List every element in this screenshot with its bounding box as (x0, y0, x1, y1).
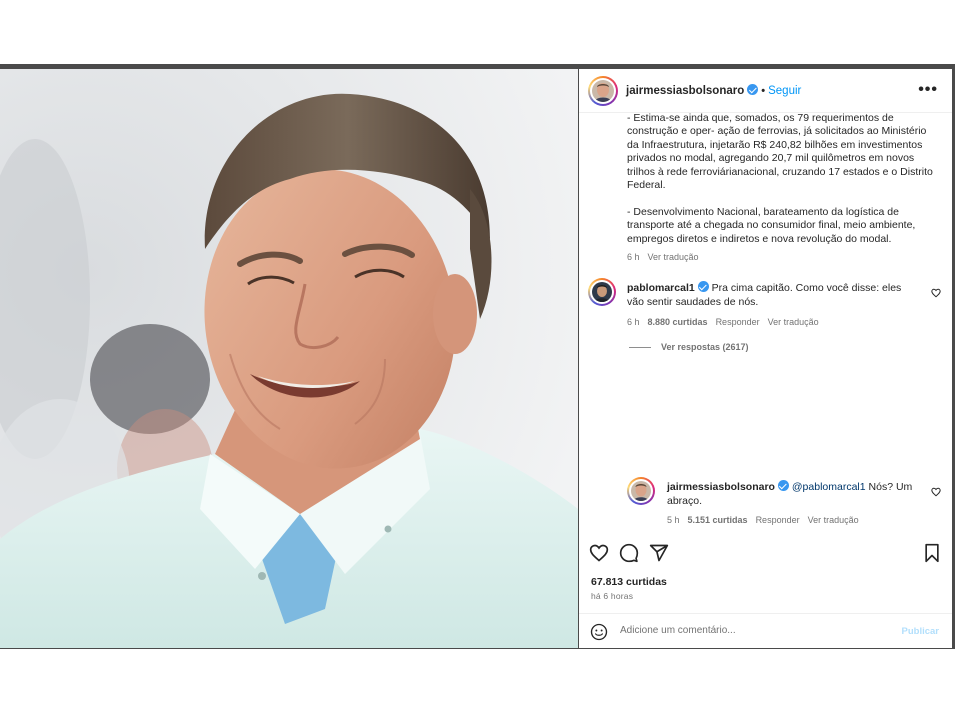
comment-icon[interactable] (619, 543, 639, 563)
caption-paragraph: - Desenvolvimento Nacional, barateamento… (627, 205, 916, 245)
share-icon[interactable] (649, 543, 669, 563)
post-timestamp[interactable]: há 6 horas (591, 591, 633, 601)
reply-time: 5 h (667, 515, 680, 525)
emoji-icon[interactable] (590, 623, 608, 641)
reply-meta: 5 h 5.151 curtidas Responder Ver tradução (667, 515, 867, 525)
header-separator: • (761, 85, 766, 97)
reply-avatar-image (631, 481, 651, 501)
comment-time: 6 h (627, 317, 640, 327)
reply-username[interactable]: jairmessiasbolsonaro (667, 481, 775, 493)
commenter-avatar-image (592, 282, 612, 302)
bookmark-icon[interactable] (923, 543, 941, 563)
reply-reply-button[interactable]: Responder (756, 515, 800, 525)
replies-divider-line (629, 347, 651, 349)
comment-translate-link[interactable]: Ver tradução (768, 317, 819, 327)
view-replies-toggle[interactable]: Ver respostas (2617) (629, 342, 749, 352)
more-options-icon[interactable]: ••• (918, 81, 938, 99)
comment-like-heart-icon[interactable] (931, 288, 941, 298)
post-side-panel: jairmessiasbolsonaro • Seguir ••• - Estima… (579, 69, 952, 648)
caption-paragraph: - Estima-se ainda que, somados, os 79 re… (627, 112, 933, 192)
caption-time: 6 h (627, 252, 640, 262)
comment-reply-button[interactable]: Responder (716, 317, 760, 327)
comment-username[interactable]: pablomarcal1 (627, 282, 695, 294)
reply-like-heart-icon[interactable] (931, 487, 941, 497)
reply-avatar[interactable] (627, 477, 655, 505)
post-caption: - Estima-se ainda que, somados, os 79 re… (627, 112, 935, 246)
header-username-row: jairmessiasbolsonaro • Seguir (626, 84, 801, 97)
caption-translate-link[interactable]: Ver tradução (648, 252, 699, 262)
post-actions (579, 539, 952, 567)
author-avatar-image (592, 80, 614, 102)
reply-translate-link[interactable]: Ver tradução (808, 515, 859, 525)
commenter-avatar[interactable] (588, 278, 616, 306)
heart-icon[interactable] (589, 543, 609, 563)
post-header: jairmessiasbolsonaro • Seguir ••• (579, 69, 952, 113)
comment-meta: 6 h 8.880 curtidas Responder Ver tradução (627, 317, 827, 327)
reply-body: jairmessiasbolsonaro @pablomarcal1 Nós? … (667, 480, 917, 508)
post-likes-count[interactable]: 67.813 curtidas (591, 576, 667, 588)
follow-button[interactable]: Seguir (768, 85, 801, 97)
post-photo[interactable] (0, 69, 578, 648)
caption-meta: 6 h Ver tradução (627, 252, 707, 262)
author-username[interactable]: jairmessiasbolsonaro (626, 85, 744, 97)
verified-icon (747, 84, 759, 95)
verified-icon (697, 281, 709, 292)
comment-likes[interactable]: 8.880 curtidas (648, 317, 708, 327)
reply-mention[interactable]: @pablomarcal1 (792, 481, 866, 493)
view-replies-label: Ver respostas (2617) (661, 342, 749, 352)
verified-icon (777, 480, 789, 491)
author-avatar[interactable] (588, 76, 618, 106)
comment-input[interactable] (620, 625, 890, 636)
comment-body: pablomarcal1 Pra cima capitão. Como você… (627, 281, 917, 309)
reply-likes[interactable]: 5.151 curtidas (688, 515, 748, 525)
post-photo-illustration (0, 69, 578, 648)
publish-button[interactable]: Publicar (902, 626, 940, 637)
add-comment-bar: Publicar (579, 613, 952, 648)
